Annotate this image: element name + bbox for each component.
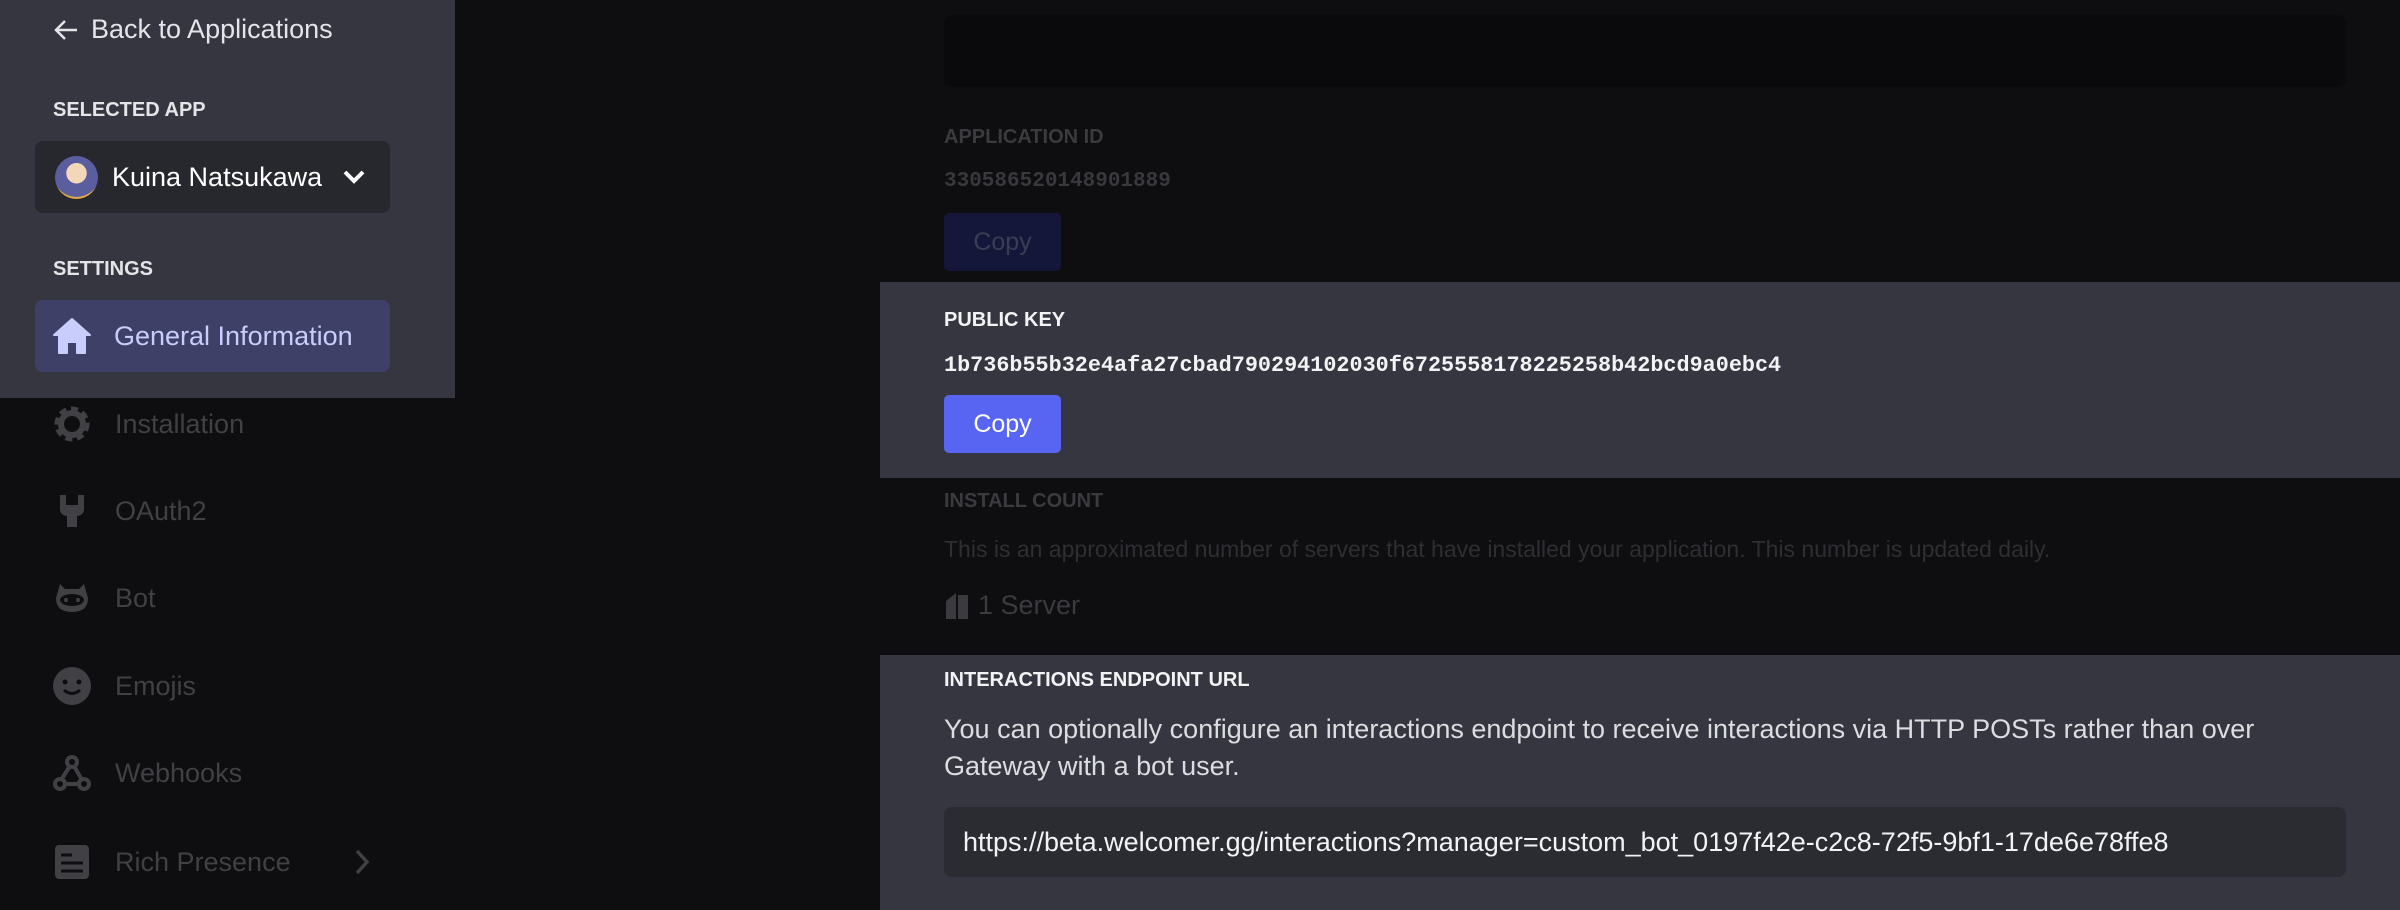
sidebar-item-webhooks[interactable]: Webhooks	[52, 753, 242, 793]
install-count-description: This is an approximated number of server…	[944, 536, 2051, 562]
interactions-label: INTERACTIONS ENDPOINT URL	[944, 669, 1250, 691]
application-id-value: 330586520148901889	[944, 170, 1171, 193]
sidebar-item-installation[interactable]: Installation	[52, 404, 244, 444]
document-icon	[55, 845, 89, 879]
bot-icon	[56, 584, 88, 612]
sidebar-item-rich-presence[interactable]: Rich Presence	[52, 842, 372, 882]
home-icon	[53, 318, 91, 354]
sidebar-item-emojis[interactable]: Emojis	[52, 666, 196, 706]
interactions-description-2: Gateway with a bot user.	[944, 751, 1240, 781]
wrench-icon	[60, 495, 84, 527]
sidebar-item-label: Installation	[115, 408, 245, 439]
gear-icon	[54, 406, 90, 442]
sidebar-item-label: Bot	[115, 582, 156, 613]
webhook-icon	[53, 755, 91, 791]
sidebar-item-label: Webhooks	[115, 757, 243, 788]
back-label: Back to Applications	[91, 14, 333, 44]
sidebar-item-label: OAuth2	[115, 495, 207, 526]
sidebar-item-bot[interactable]: Bot	[52, 578, 156, 618]
sidebar-item-label: Rich Presence	[115, 846, 291, 877]
interactions-url-value: https://beta.welcomer.gg/interactions?ma…	[963, 826, 2169, 857]
settings-heading: SETTINGS	[53, 258, 154, 280]
top-field[interactable]	[944, 15, 2346, 87]
sidebar-item-label: General Information	[114, 320, 353, 351]
interactions-description-1: You can optionally configure an interact…	[944, 714, 2255, 744]
copy-public-key-button[interactable]: Copy	[944, 395, 1061, 453]
public-key-section	[880, 282, 2400, 478]
back-to-applications-link[interactable]: Back to Applications	[53, 14, 333, 45]
sidebar-item-general-information[interactable]: General Information	[35, 300, 390, 372]
public-key-value: 1b736b55b32e4afa27cbad790294102030f67255…	[944, 353, 1782, 378]
selected-app-heading: SELECTED APP	[53, 99, 206, 121]
install-count-value: 1 Server	[978, 590, 1081, 620]
install-count-label: INSTALL COUNT	[944, 490, 1104, 512]
avatar	[55, 155, 98, 199]
public-key-label: PUBLIC KEY	[944, 309, 1066, 331]
copy-application-id-button[interactable]: Copy	[944, 213, 1061, 271]
chevron-down-icon	[343, 170, 365, 184]
app-selector-dropdown[interactable]: Kuina Natsukawa	[35, 141, 390, 213]
interactions-url-input[interactable]: https://beta.welcomer.gg/interactions?ma…	[944, 807, 2346, 877]
selected-app-name: Kuina Natsukawa	[112, 161, 322, 192]
smiley-icon	[53, 667, 91, 705]
arrow-left-icon	[54, 19, 77, 40]
install-count-row: 1 Server	[944, 590, 1080, 621]
server-icon	[946, 592, 968, 619]
application-id-label: APPLICATION ID	[944, 126, 1104, 148]
chevron-right-icon[interactable]	[352, 847, 372, 877]
sidebar-item-label: Emojis	[115, 670, 197, 701]
sidebar-item-oauth2[interactable]: OAuth2	[52, 491, 207, 531]
